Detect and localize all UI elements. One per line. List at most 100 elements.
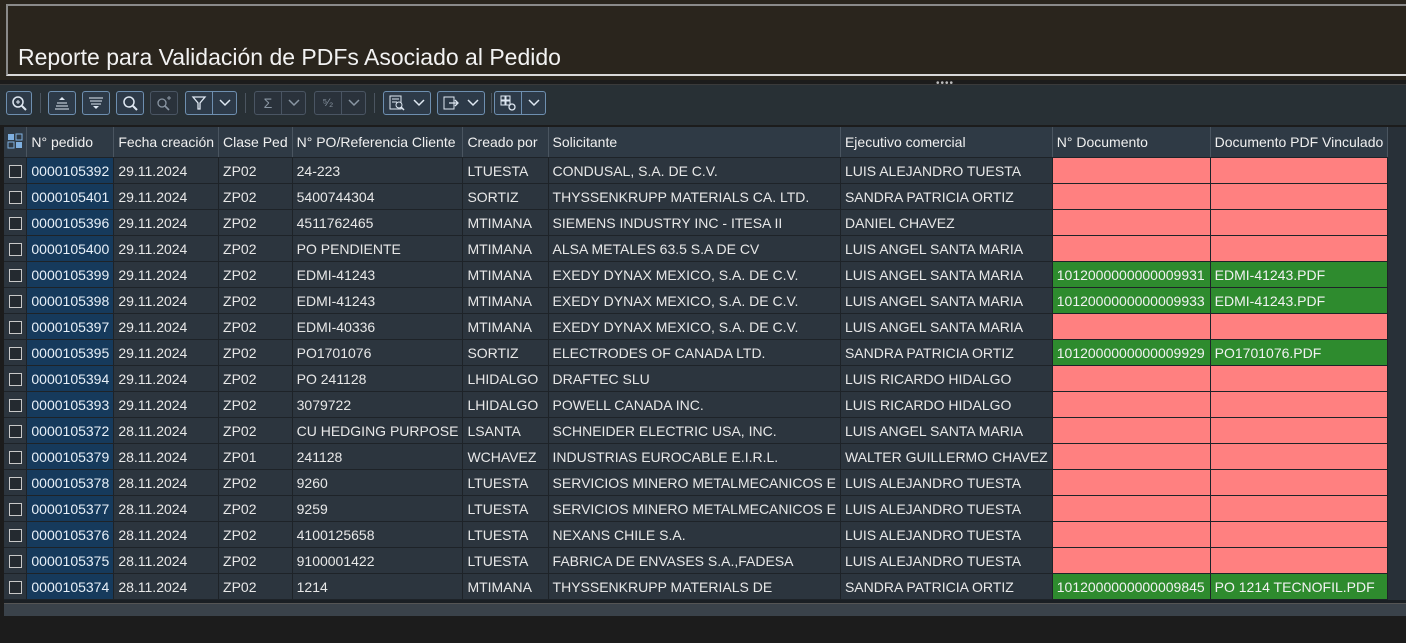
column-header[interactable]: N° Documento [1052,127,1211,158]
table-row[interactable]: 0000105396 29.11.2024 ZP02 4511762465 MTIMAN… [4,209,1406,236]
column-header[interactable]: Fecha creación [113,127,220,158]
cell-pedido[interactable]: 0000105375 [26,547,115,574]
table-row[interactable]: 0000105394 29.11.2024 ZP02 PO 241128 LHIDALG… [4,365,1406,392]
table-row[interactable]: 0000105375 28.11.2024 ZP02 9100001422 LTUEST… [4,547,1406,574]
select-all-cell[interactable] [4,127,28,158]
row-checkbox[interactable] [8,373,22,387]
table-row[interactable]: 0000105397 29.11.2024 ZP02 EDMI-40336 MTIMAN… [4,313,1406,340]
row-checkbox[interactable] [8,243,22,257]
table-row[interactable]: 0000105399 29.11.2024 ZP02 EDMI-41243 MTIMAN… [4,261,1406,288]
row-select-cell[interactable] [4,521,28,548]
views-button[interactable] [383,91,431,115]
table-row[interactable]: 0000105400 29.11.2024 ZP02 PO PENDIENTE MTIM… [4,235,1406,262]
sum-button[interactable]: Σ [254,91,306,115]
table-row[interactable]: 0000105377 28.11.2024 ZP02 9259 LTUESTA SERVI… [4,495,1406,522]
row-checkbox[interactable] [8,295,22,309]
column-header[interactable]: N° PO/Referencia Cliente [292,127,464,158]
cell-pedido[interactable]: 0000105377 [26,495,115,522]
table-row[interactable]: 0000105379 28.11.2024 ZP01 241128 WCHAVEZ IND… [4,443,1406,470]
column-header[interactable]: N° pedido [26,127,115,158]
cell-pedido[interactable]: 0000105400 [26,235,115,262]
row-select-cell[interactable] [4,261,28,288]
filter-button[interactable] [185,91,237,115]
cell-fecha: 28.11.2024 [113,417,220,444]
row-select-cell[interactable] [4,339,28,366]
row-select-cell[interactable] [4,313,28,340]
row-checkbox[interactable] [8,347,22,361]
row-select-cell[interactable] [4,547,28,574]
row-checkbox[interactable] [8,529,22,543]
row-checkbox[interactable] [8,425,22,439]
table-row[interactable]: 0000105372 28.11.2024 ZP02 CU HEDGING PURPO… [4,417,1406,444]
cell-ejecutivo: LUIS ALEJANDRO TUESTA [840,547,1053,574]
cell-pedido[interactable]: 0000105378 [26,469,115,496]
row-checkbox[interactable] [8,191,22,205]
row-checkbox[interactable] [8,321,22,335]
row-select-cell[interactable] [4,365,28,392]
row-checkbox[interactable] [8,451,22,465]
export-button[interactable] [437,91,485,115]
cell-pedido[interactable]: 0000105372 [26,417,115,444]
table-row[interactable]: 0000105398 29.11.2024 ZP02 EDMI-41243 MTIMAN… [4,287,1406,314]
cell-pedido[interactable]: 0000105392 [26,157,115,184]
cell-pedido[interactable]: 0000105396 [26,209,115,236]
header-filler [1387,127,1406,158]
column-header[interactable]: Documento PDF Vinculado [1210,127,1389,158]
row-checkbox[interactable] [8,503,22,517]
cell-ejecutivo: SANDRA PATRICIA ORTIZ [840,339,1053,366]
cell-pedido[interactable]: 0000105379 [26,443,115,470]
find-next-button[interactable] [150,91,178,115]
subtotal-button[interactable]: ⁵⁄₂ [314,91,366,115]
column-header[interactable]: Creado por [462,127,549,158]
cell-pedido[interactable]: 0000105397 [26,313,115,340]
row-checkbox[interactable] [8,581,22,595]
cell-pedido[interactable]: 0000105398 [26,287,115,314]
cell-creado: LTUESTA [462,521,549,548]
row-select-cell[interactable] [4,417,28,444]
cell-pedido[interactable]: 0000105394 [26,365,115,392]
sort-descending-button[interactable] [82,91,110,115]
row-checkbox[interactable] [8,555,22,569]
row-select-cell[interactable] [4,573,28,600]
row-select-cell[interactable] [4,391,28,418]
cell-solicitante: SERVICIOS MINERO METALMECANICOS E [548,469,841,496]
row-checkbox[interactable] [8,269,22,283]
cell-pedido[interactable]: 0000105393 [26,391,115,418]
table-row[interactable]: 0000105374 28.11.2024 ZP02 1214 MTIMANA THYSS… [4,573,1406,600]
row-checkbox[interactable] [8,399,22,413]
table-row[interactable]: 0000105395 29.11.2024 ZP02 PO1701076 SORTIZ E… [4,339,1406,366]
row-checkbox[interactable] [8,217,22,231]
column-header[interactable]: Clase Ped [218,127,293,158]
cell-pedido[interactable]: 0000105399 [26,261,115,288]
row-checkbox[interactable] [8,165,22,179]
table-row[interactable]: 0000105392 29.11.2024 ZP02 24-223 LTUESTA CON… [4,157,1406,184]
row-select-cell[interactable] [4,209,28,236]
cell-pedido[interactable]: 0000105401 [26,183,115,210]
cell-creado: LSANTA [462,417,549,444]
row-select-cell[interactable] [4,287,28,314]
table-row[interactable]: 0000105393 29.11.2024 ZP02 3079722 LHIDALGO P… [4,391,1406,418]
cell-po: 3079722 [292,391,464,418]
column-header[interactable]: Ejecutivo comercial [840,127,1053,158]
details-button[interactable] [6,91,32,115]
row-select-cell[interactable] [4,469,28,496]
table-row[interactable]: 0000105378 28.11.2024 ZP02 9260 LTUESTA SERVI… [4,469,1406,496]
cell-pedido[interactable]: 0000105374 [26,573,115,600]
row-select-cell[interactable] [4,235,28,262]
cell-fecha: 28.11.2024 [113,469,220,496]
layout-button[interactable] [494,91,546,115]
cell-pedido[interactable]: 0000105376 [26,521,115,548]
table-row[interactable]: 0000105376 28.11.2024 ZP02 4100125658 LTUEST… [4,521,1406,548]
row-select-cell[interactable] [4,495,28,522]
column-header[interactable]: Solicitante [548,127,841,158]
row-select-cell[interactable] [4,157,28,184]
row-checkbox[interactable] [8,477,22,491]
table-row[interactable]: 0000105401 29.11.2024 ZP02 5400744304 SORTIZ… [4,183,1406,210]
find-button[interactable] [116,91,144,115]
row-select-cell[interactable] [4,183,28,210]
row-select-cell[interactable] [4,443,28,470]
horizontal-scrollbar[interactable] [4,603,1406,616]
cell-fecha: 28.11.2024 [113,547,220,574]
sort-ascending-button[interactable] [48,91,76,115]
cell-pedido[interactable]: 0000105395 [26,339,115,366]
